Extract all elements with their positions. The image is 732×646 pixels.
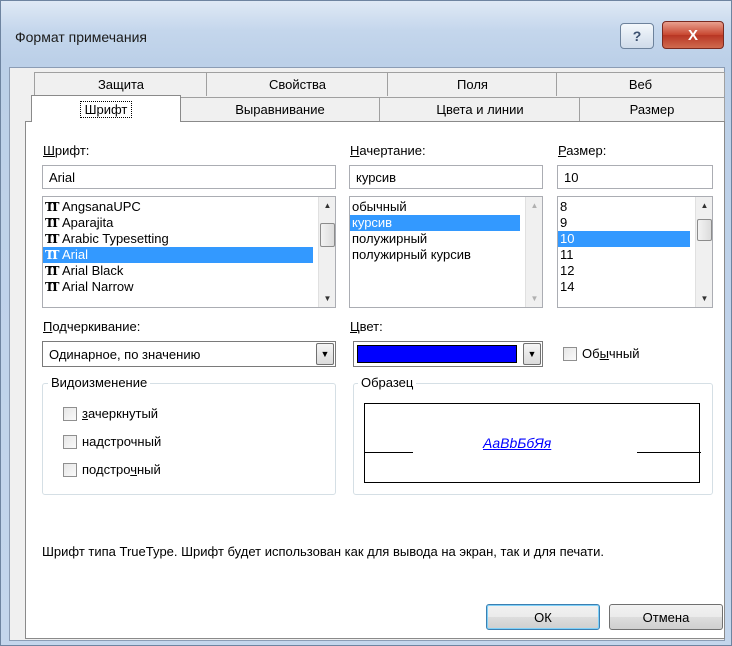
tab-protection[interactable]: Защита — [34, 72, 208, 96]
subscript-label[interactable]: подстрочный — [82, 462, 161, 477]
size-list-item[interactable]: 14 — [558, 279, 712, 295]
scroll-down-icon[interactable]: ▼ — [696, 290, 712, 307]
scroll-down-icon[interactable]: ▼ — [526, 290, 542, 307]
tab-label: Поля — [457, 77, 488, 92]
tab-label: Выравнивание — [235, 102, 325, 117]
tab-label: Веб — [628, 77, 653, 92]
color-label: Цвет: — [350, 319, 383, 334]
style-label: Начертание: — [350, 143, 426, 158]
ok-button[interactable]: ОК — [486, 604, 600, 630]
preview-box: AaBbБбЯя — [364, 403, 701, 483]
font-list-item[interactable]: TT Arabic Typesetting — [43, 231, 335, 247]
cancel-button[interactable]: Отмена — [609, 604, 723, 630]
font-list[interactable]: TT AngsanaUPC TT Aparajita TT Arabic Typese… — [42, 196, 336, 308]
effects-group-title: Видоизменение — [48, 375, 151, 390]
font-description: Шрифт типа TrueType. Шрифт будет использ… — [42, 544, 604, 559]
title-bar: Формат примечания ? X — [1, 1, 731, 61]
underline-value: Одинарное, по значению — [49, 347, 201, 362]
scroll-up-icon[interactable]: ▲ — [696, 197, 712, 214]
size-list-item[interactable]: 8 — [558, 199, 712, 215]
chevron-down-icon[interactable]: ▼ — [316, 343, 334, 365]
truetype-icon: TT — [45, 200, 59, 214]
style-list-item-selected[interactable]: курсив — [350, 215, 520, 231]
truetype-icon: TT — [45, 248, 59, 262]
style-list-item[interactable]: полужирный курсив — [350, 247, 542, 263]
tab-alignment[interactable]: Выравнивание — [179, 97, 381, 121]
size-list-item[interactable]: 9 — [558, 215, 712, 231]
size-label: Размер: — [558, 143, 607, 158]
tab-properties[interactable]: Свойства — [206, 72, 389, 96]
scroll-thumb[interactable] — [320, 223, 335, 247]
preview-group-title: Образец — [358, 375, 417, 390]
style-list-item[interactable]: обычный — [350, 199, 542, 215]
style-input[interactable]: курсив — [349, 165, 543, 189]
truetype-icon: TT — [45, 264, 59, 278]
truetype-icon: TT — [45, 280, 59, 294]
tab-web[interactable]: Веб — [556, 72, 725, 96]
format-comment-dialog: Формат примечания ? X Защита Свойства По… — [0, 0, 732, 646]
underline-select[interactable]: Одинарное, по значению ▼ — [42, 341, 336, 367]
baseline-right — [637, 452, 701, 453]
font-label: Шрифт: — [43, 143, 90, 158]
scroll-up-icon[interactable]: ▲ — [526, 197, 542, 214]
size-input[interactable]: 10 — [557, 165, 713, 189]
font-name-input[interactable]: Arial — [42, 165, 336, 189]
underline-label: Подчеркивание: — [43, 319, 141, 334]
size-list-scrollbar[interactable]: ▲ ▼ — [695, 197, 712, 307]
size-list-item-selected[interactable]: 10 — [558, 231, 690, 247]
style-list-scrollbar[interactable]: ▲ ▼ — [525, 197, 542, 307]
tab-margins[interactable]: Поля — [387, 72, 558, 96]
strikethrough-label[interactable]: зачеркнутый — [82, 406, 158, 421]
size-list-item[interactable]: 12 — [558, 263, 712, 279]
size-list-item[interactable]: 11 — [558, 247, 712, 263]
tab-label: Шрифт — [79, 100, 133, 118]
font-list-item[interactable]: TT Arial Narrow — [43, 279, 335, 295]
baseline-left — [365, 452, 413, 453]
preview-sample-text: AaBbБбЯя — [483, 435, 552, 451]
tab-label: Защита — [97, 77, 145, 92]
strikethrough-checkbox[interactable] — [63, 407, 77, 421]
font-list-item[interactable]: TT Arial Black — [43, 263, 335, 279]
size-list[interactable]: 8 9 10 11 12 14 ▲ ▼ — [557, 196, 713, 308]
font-list-item-selected[interactable]: TT Arial — [43, 247, 313, 263]
superscript-checkbox[interactable] — [63, 435, 77, 449]
style-list[interactable]: обычный курсив полужирный полужирный кур… — [349, 196, 543, 308]
scroll-up-icon[interactable]: ▲ — [319, 197, 335, 214]
chevron-down-icon[interactable]: ▼ — [523, 343, 541, 365]
font-list-scrollbar[interactable]: ▲ ▼ — [318, 197, 335, 307]
normal-font-label[interactable]: Обычный — [582, 346, 639, 361]
tab-label: Свойства — [268, 77, 327, 92]
close-button[interactable]: X — [662, 21, 724, 49]
tab-label: Цвета и линии — [436, 102, 524, 117]
tab-size[interactable]: Размер — [579, 97, 725, 121]
font-list-item[interactable]: TT AngsanaUPC — [43, 199, 335, 215]
superscript-label[interactable]: надстрочный — [82, 434, 161, 449]
tab-label: Размер — [629, 102, 675, 117]
subscript-checkbox[interactable] — [63, 463, 77, 477]
help-button[interactable]: ? — [620, 23, 654, 49]
scroll-down-icon[interactable]: ▼ — [319, 290, 335, 307]
color-swatch — [357, 345, 517, 363]
color-select[interactable]: ▼ — [353, 341, 543, 367]
scroll-thumb[interactable] — [697, 219, 712, 241]
tab-colors-and-lines[interactable]: Цвета и линии — [379, 97, 581, 121]
style-list-item[interactable]: полужирный — [350, 231, 542, 247]
truetype-icon: TT — [45, 216, 59, 230]
window-title: Формат примечания — [15, 29, 147, 45]
font-list-item[interactable]: TT Aparajita — [43, 215, 335, 231]
tab-font[interactable]: Шрифт — [31, 95, 181, 122]
truetype-icon: TT — [45, 232, 59, 246]
normal-font-checkbox[interactable] — [563, 347, 577, 361]
